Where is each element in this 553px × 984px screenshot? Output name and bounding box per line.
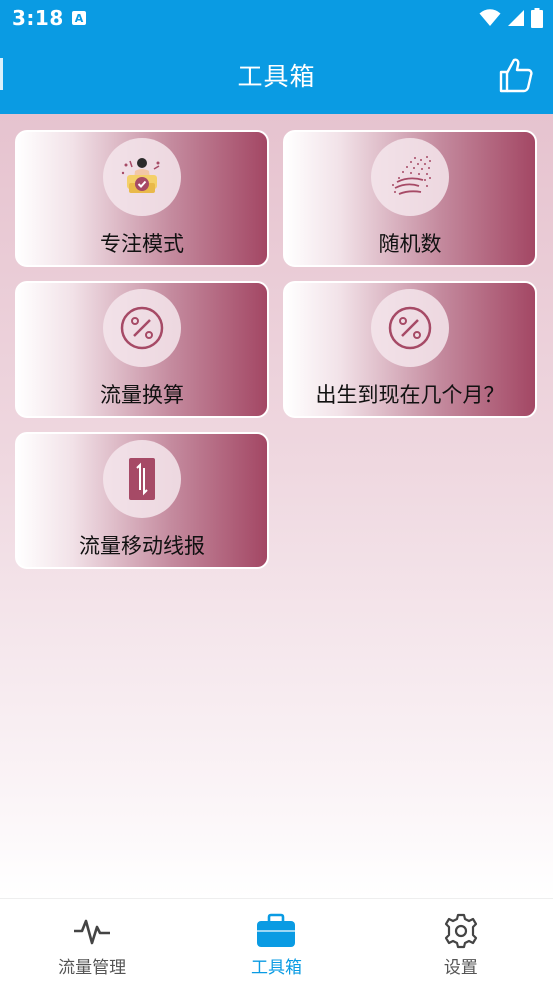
- status-time: 3:18: [12, 6, 64, 30]
- percent-icon: [120, 306, 164, 350]
- nav-label: 流量管理: [58, 958, 127, 978]
- tool-label: 出生到现在几个月？: [315, 383, 505, 407]
- wifi-icon: [479, 9, 501, 26]
- tool-label: 流量移动线报: [79, 534, 205, 558]
- tool-icon-circle: [103, 289, 181, 367]
- percent-icon: [388, 306, 432, 350]
- tool-label: 随机数: [378, 232, 442, 256]
- signal-icon: [508, 10, 524, 26]
- tool-tile-focus-mode[interactable]: 专注模式: [15, 130, 269, 267]
- toolbox-icon: [257, 913, 296, 947]
- thumbs-up-icon[interactable]: [497, 56, 535, 94]
- nav-item-traffic-management[interactable]: 流量管理: [0, 899, 184, 984]
- nav-label: 设置: [443, 958, 478, 978]
- tool-tile-traffic-conversion[interactable]: 流量换算: [15, 281, 269, 418]
- nav-item-settings[interactable]: 设置: [369, 899, 553, 984]
- tool-tile-random-number[interactable]: 随机数: [283, 130, 537, 267]
- tool-icon-circle: [371, 289, 449, 367]
- tool-icon-circle: [103, 138, 181, 216]
- page-title: 工具箱: [237, 62, 316, 91]
- phone-transfer-icon: [129, 458, 155, 500]
- status-bar: 3:18 A: [0, 0, 553, 36]
- app-bar: 工具箱: [0, 36, 553, 114]
- tool-label: 流量换算: [100, 383, 184, 407]
- pulse-icon: [74, 919, 111, 945]
- nav-label: 工具箱: [250, 958, 302, 978]
- tool-tile-months-since-birth[interactable]: 出生到现在几个月？: [283, 281, 537, 418]
- notification-a-icon: A: [72, 11, 86, 25]
- tool-tile-traffic-mobile-deals[interactable]: 流量移动线报: [15, 432, 269, 569]
- tool-grid: 专注模式 随机数 流量换算 出生到现在几个月？ 流量移动线报: [0, 114, 553, 898]
- battery-icon: [531, 8, 543, 28]
- status-indicators: [479, 8, 543, 28]
- focus-person-icon: [121, 158, 160, 193]
- tool-label: 专注模式: [100, 232, 184, 256]
- nav-item-toolbox[interactable]: 工具箱: [184, 899, 368, 984]
- tool-icon-circle: [371, 138, 449, 216]
- tool-icon-circle: [103, 440, 181, 518]
- particles-wave-icon: [392, 156, 431, 195]
- bottom-nav: 流量管理 工具箱 设置: [0, 898, 553, 984]
- gear-icon: [444, 913, 477, 949]
